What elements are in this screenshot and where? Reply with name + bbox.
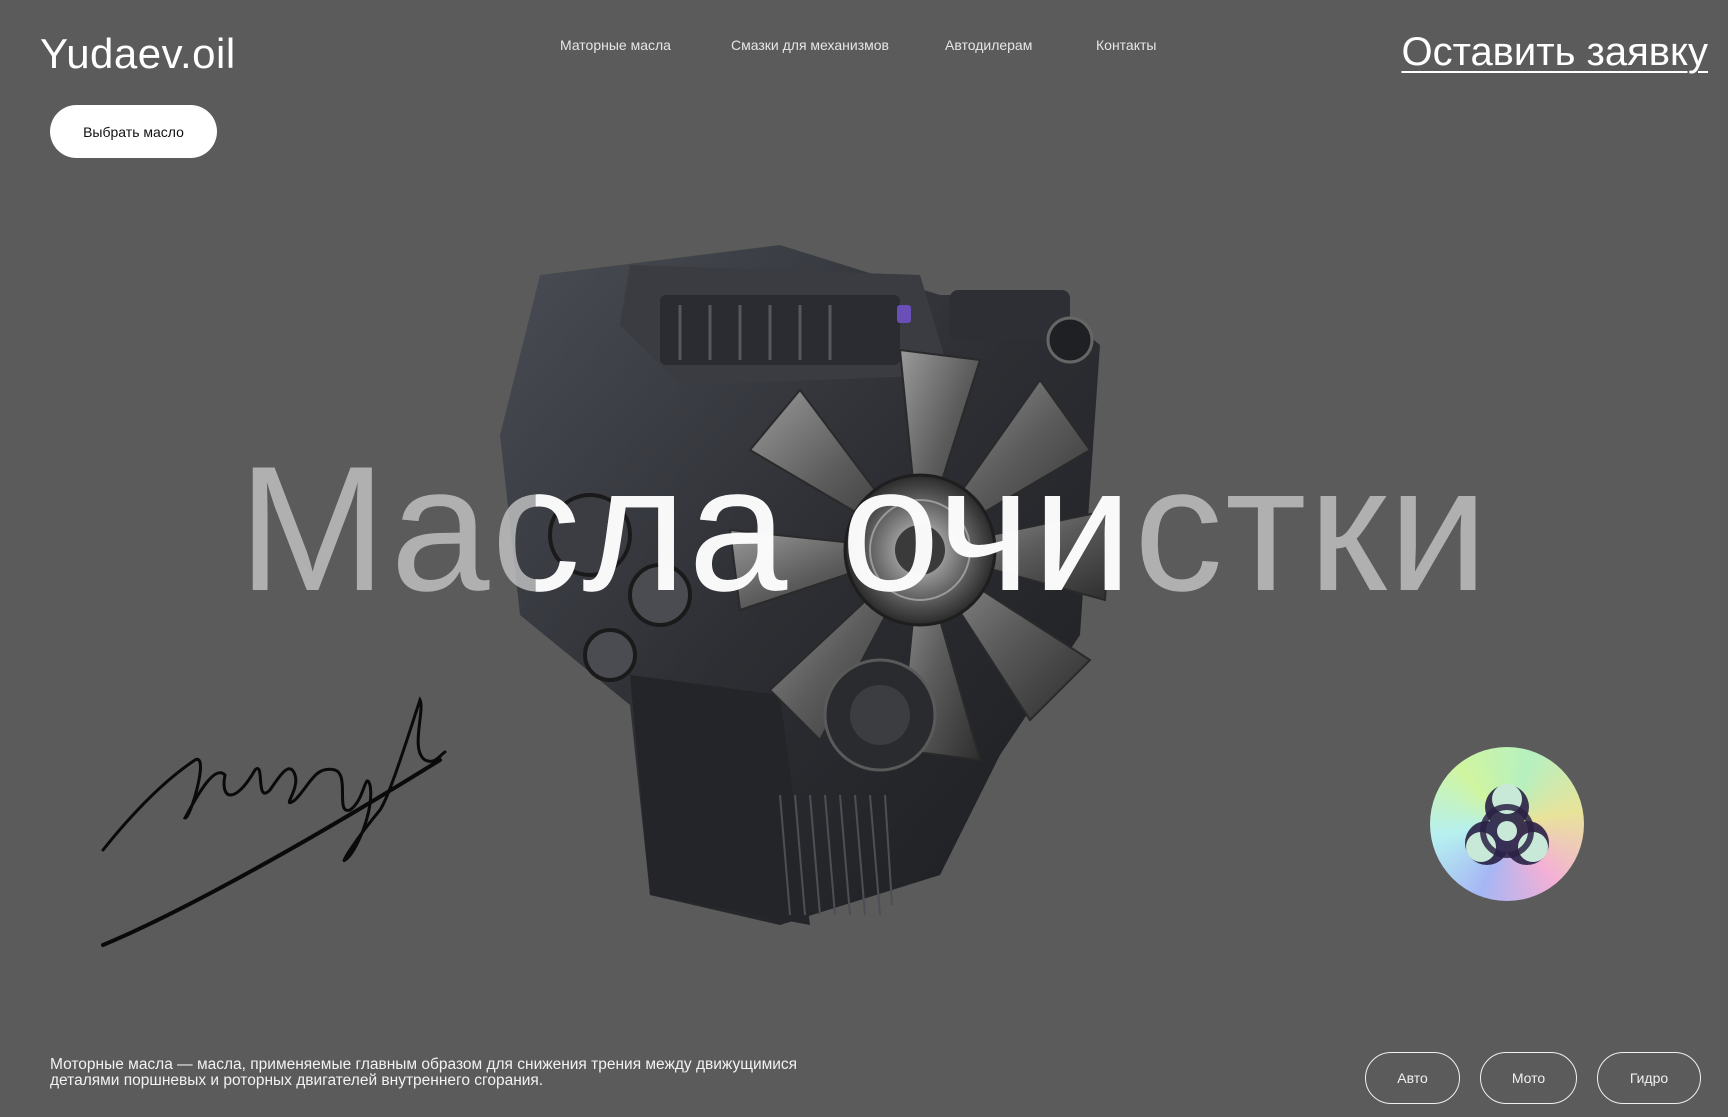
leave-request-link[interactable]: Оставить заявку bbox=[1401, 30, 1708, 75]
category-auto-button[interactable]: Авто bbox=[1365, 1052, 1460, 1104]
nav-item-dealers[interactable]: Автодилерам bbox=[945, 37, 1032, 53]
category-moto-button[interactable]: Мото bbox=[1480, 1052, 1577, 1104]
biohazard-icon bbox=[1465, 784, 1549, 865]
category-hydro-button[interactable]: Гидро bbox=[1597, 1052, 1701, 1104]
logo[interactable]: Yudaev.oil bbox=[40, 30, 236, 78]
nav-item-contacts[interactable]: Контакты bbox=[1096, 37, 1156, 53]
description-text: Моторные масла — масла, применяемые глав… bbox=[50, 1056, 798, 1089]
choose-oil-button[interactable]: Выбрать масло bbox=[50, 105, 217, 158]
category-buttons: Авто Мото Гидро bbox=[1365, 1052, 1701, 1104]
signature-image bbox=[101, 696, 447, 947]
nav-item-lubricants[interactable]: Смазки для механизмов bbox=[731, 37, 889, 53]
biohazard-badge bbox=[1430, 747, 1584, 901]
nav-item-motor-oils[interactable]: Маторные масла bbox=[560, 37, 671, 53]
